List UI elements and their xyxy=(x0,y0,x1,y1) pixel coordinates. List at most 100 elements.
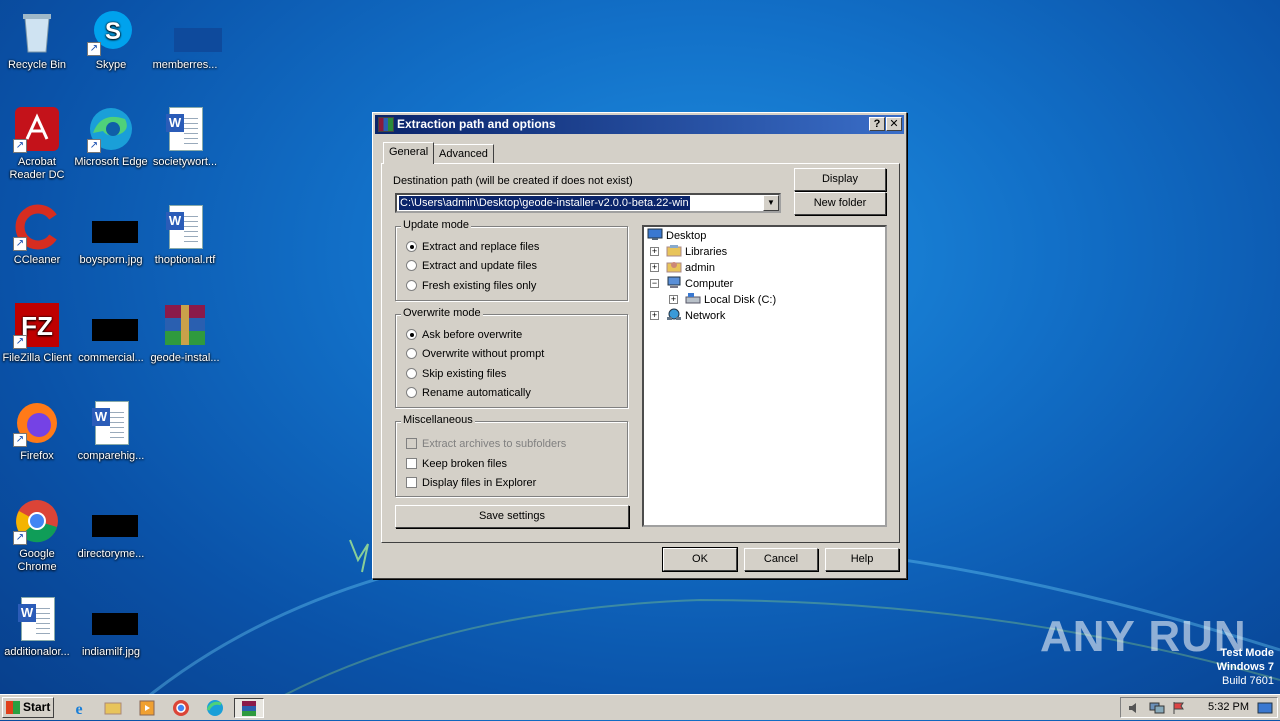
word-doc-icon: W xyxy=(161,203,209,251)
save-settings-button[interactable]: Save settings xyxy=(395,505,629,528)
tab-advanced[interactable]: Advanced xyxy=(433,144,494,164)
desktop-icon-filezilla[interactable]: FZ ↗ FileZilla Client xyxy=(0,301,74,365)
taskbar-media-player[interactable] xyxy=(134,698,160,718)
desktop-icon-label: memberres... xyxy=(152,59,218,71)
taskbar-explorer[interactable] xyxy=(100,698,126,718)
radio-ask-before-overwrite[interactable]: Ask before overwrite xyxy=(406,329,522,343)
user-folder-icon xyxy=(666,262,682,273)
update-mode-title: Update mode xyxy=(401,219,472,231)
taskbar-ie[interactable]: e xyxy=(66,698,92,718)
tree-label: Libraries xyxy=(685,246,728,258)
tree-item-desktop[interactable]: Desktop xyxy=(647,228,706,244)
option-label: Extract and replace files xyxy=(422,241,540,253)
desktop-icon xyxy=(647,228,663,240)
desktop-icon-commercial[interactable]: commercial... xyxy=(74,301,148,365)
extraction-dialog: Extraction path and options ? ✕ General … xyxy=(372,112,907,579)
desktop-icon-skype[interactable]: S ↗ Skype xyxy=(74,8,148,72)
desktop-icon-indiamilf[interactable]: indiamilf.jpg xyxy=(74,595,148,659)
word-doc-icon: W xyxy=(13,595,61,643)
dialog-titlebar[interactable]: Extraction path and options ? ✕ xyxy=(375,115,904,134)
image-file-icon xyxy=(87,301,138,349)
clock[interactable]: 5:32 PM xyxy=(1208,698,1249,717)
winrar-icon xyxy=(378,117,394,132)
expand-icon[interactable]: + xyxy=(650,263,659,272)
checkbox-icon xyxy=(406,458,417,469)
desktop-icon-label: indiamilf.jpg xyxy=(81,646,141,658)
option-label: Extract archives to subfolders xyxy=(422,438,567,450)
desktop-icon-ccleaner[interactable]: ↗ CCleaner xyxy=(0,203,74,267)
edge-icon xyxy=(206,700,223,716)
radio-overwrite-without-prompt[interactable]: Overwrite without prompt xyxy=(406,348,544,362)
expand-icon[interactable]: + xyxy=(650,311,659,320)
desktop-icon-acrobat[interactable]: ↗ Acrobat Reader DC xyxy=(0,105,74,182)
help-title-button[interactable]: ? xyxy=(869,117,885,131)
network-tray-icon[interactable] xyxy=(1149,701,1165,718)
taskbar-chrome[interactable] xyxy=(168,698,194,718)
radio-extract-replace[interactable]: Extract and replace files xyxy=(406,241,539,255)
desktop-icon-chrome[interactable]: ↗ Google Chrome xyxy=(0,497,74,574)
watermark-line: Test Mode xyxy=(1220,647,1274,659)
image-file-icon xyxy=(87,203,138,251)
desktop-icon-comparehig[interactable]: W comparehig... xyxy=(74,399,148,463)
option-label: Keep broken files xyxy=(422,458,507,470)
ok-button[interactable]: OK xyxy=(662,547,738,572)
help-button[interactable]: Help xyxy=(825,548,899,571)
test-mode-watermark: Test Mode Windows 7 Build 7601 xyxy=(1217,646,1280,688)
desktop-icon-label: thoptional.rtf xyxy=(154,254,216,266)
desktop-icon-thoptional[interactable]: W thoptional.rtf xyxy=(148,203,222,267)
new-folder-button[interactable]: New folder xyxy=(794,192,886,215)
chevron-down-icon[interactable]: ▼ xyxy=(763,195,779,211)
miscellaneous-group: Miscellaneous Extract archives to subfol… xyxy=(395,414,628,497)
flag-tray-icon[interactable] xyxy=(1171,701,1185,718)
tree-item-computer[interactable]: − Computer xyxy=(650,276,733,292)
tree-label: Network xyxy=(685,310,726,322)
desktop-icon-memberres[interactable]: memberres... xyxy=(148,8,222,72)
desktop-icon-societywort[interactable]: W societywort... xyxy=(148,105,222,169)
desktop-icon-additionalor[interactable]: W additionalor... xyxy=(0,595,74,659)
tree-item-admin[interactable]: + admin xyxy=(650,260,715,276)
desktop-icon-geode-installer[interactable]: geode-instal... xyxy=(148,301,222,365)
option-label: Fresh existing files only xyxy=(422,280,537,292)
checkbox-display-in-explorer[interactable]: Display files in Explorer xyxy=(406,477,536,491)
cancel-button[interactable]: Cancel xyxy=(744,548,818,571)
close-button[interactable]: ✕ xyxy=(886,117,902,131)
speaker-icon[interactable] xyxy=(1127,701,1141,718)
internet-explorer-icon: e xyxy=(75,701,82,718)
display-button[interactable]: Display xyxy=(794,168,886,191)
radio-extract-update[interactable]: Extract and update files xyxy=(406,260,537,274)
winrar-icon xyxy=(242,701,256,716)
desktop-icon-firefox[interactable]: ↗ Firefox xyxy=(0,399,74,463)
collapse-icon[interactable]: − xyxy=(650,279,659,288)
expand-icon[interactable]: + xyxy=(669,295,678,304)
radio-skip-existing[interactable]: Skip existing files xyxy=(406,368,506,382)
destination-path-combobox[interactable]: C:\Users\admin\Desktop\geode-installer-v… xyxy=(395,193,781,213)
show-desktop-icon[interactable] xyxy=(1257,701,1273,718)
desktop-icon-label: Microsoft Edge xyxy=(74,156,148,168)
expand-icon[interactable]: + xyxy=(650,247,659,256)
chrome-icon xyxy=(173,700,189,716)
desktop-icon-directoryme[interactable]: directoryme... xyxy=(74,497,148,561)
tree-label: Desktop xyxy=(666,230,707,242)
desktop-icon-boysporn[interactable]: boysporn.jpg xyxy=(74,203,148,267)
radio-rename-automatically[interactable]: Rename automatically xyxy=(406,387,531,401)
watermark-line: Windows 7 xyxy=(1216,661,1274,673)
radio-fresh-existing[interactable]: Fresh existing files only xyxy=(406,280,536,294)
tree-item-local-disk[interactable]: + Local Disk (C:) xyxy=(669,292,776,308)
tab-general[interactable]: General xyxy=(383,142,435,164)
tree-item-libraries[interactable]: + Libraries xyxy=(650,244,728,260)
desktop-icon-label: directoryme... xyxy=(77,548,145,560)
radio-icon xyxy=(406,280,417,291)
checkbox-keep-broken-files[interactable]: Keep broken files xyxy=(406,458,507,472)
taskbar-winrar[interactable] xyxy=(234,698,264,718)
checkbox-icon xyxy=(406,477,417,488)
desktop-icon-recycle-bin[interactable]: Recycle Bin xyxy=(0,8,74,72)
tree-label: admin xyxy=(685,262,715,274)
tree-item-network[interactable]: + Network xyxy=(650,308,726,324)
shortcut-arrow-icon: ↗ xyxy=(87,42,101,56)
desktop-icon-edge[interactable]: ↗ Microsoft Edge xyxy=(74,105,148,169)
taskbar-edge[interactable] xyxy=(202,698,228,718)
desktop-icon-label: FileZilla Client xyxy=(2,352,72,364)
folder-tree[interactable]: Desktop + Libraries + admin − Computer +… xyxy=(642,225,887,527)
start-button[interactable]: Start xyxy=(2,697,54,718)
shortcut-arrow-icon: ↗ xyxy=(87,139,101,153)
